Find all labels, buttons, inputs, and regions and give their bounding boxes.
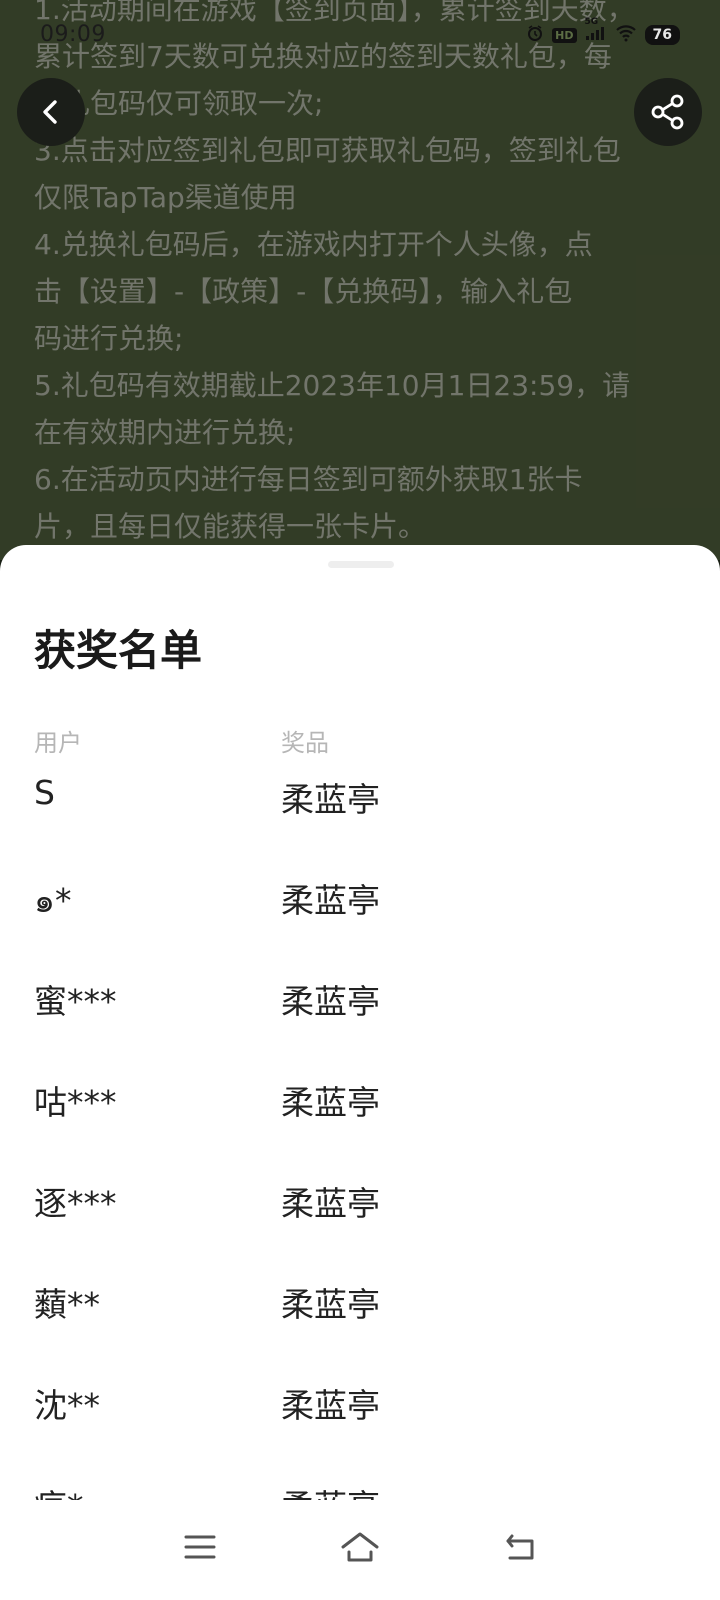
battery-indicator: 76 <box>644 25 680 45</box>
user-name: 逐*** <box>34 1184 117 1223</box>
nav-menu-button[interactable] <box>165 1512 235 1582</box>
system-nav-bar <box>0 1500 720 1600</box>
prize-name: 柔蓝亭 <box>281 1285 380 1324</box>
prize-name: 柔蓝亭 <box>281 1083 380 1122</box>
user-name: 蘱** <box>34 1285 100 1324</box>
table-row: ๑* 柔蓝亭 <box>0 840 720 941</box>
wifi-icon <box>615 24 637 46</box>
table-row: 蜜*** 柔蓝亭 <box>0 941 720 1042</box>
user-name: 蜜*** <box>34 982 117 1021</box>
table-row: 蘱** 柔蓝亭 <box>0 1244 720 1345</box>
status-bar: 09:09 HD 5G 76 <box>0 16 720 56</box>
sheet-title: 获奖名单 <box>34 626 203 675</box>
share-icon <box>651 94 684 130</box>
user-name: 沈** <box>34 1386 100 1425</box>
table-row: S 柔蓝亭 <box>0 777 720 840</box>
share-button[interactable] <box>634 78 702 146</box>
column-header-prize: 奖品 <box>281 729 329 757</box>
table-row: 沈** 柔蓝亭 <box>0 1345 720 1446</box>
hd-icon: HD <box>552 27 577 43</box>
status-icons: HD 5G 76 <box>526 17 680 46</box>
user-name: ๑* <box>34 881 72 920</box>
prize-name: 柔蓝亭 <box>281 780 380 819</box>
chevron-left-icon <box>43 100 57 124</box>
user-name: S <box>34 777 55 812</box>
nav-back-button[interactable] <box>485 1512 555 1582</box>
back-arrow-icon <box>506 1534 534 1560</box>
menu-icon <box>184 1535 216 1559</box>
prize-name: 柔蓝亭 <box>281 1386 380 1425</box>
prize-name: 柔蓝亭 <box>281 982 380 1021</box>
alarm-icon <box>526 24 544 46</box>
status-time: 09:09 <box>40 22 106 47</box>
home-icon <box>341 1532 379 1562</box>
nav-home-button[interactable] <box>325 1512 395 1582</box>
table-row: 逐*** 柔蓝亭 <box>0 1143 720 1244</box>
back-button[interactable] <box>17 78 85 146</box>
sheet-drag-handle[interactable] <box>328 561 394 568</box>
network-type: 5G <box>584 17 599 27</box>
winners-sheet: 获奖名单 用户 奖品 S 柔蓝亭 ๑* 柔蓝亭 蜜*** 柔蓝亭 咕*** 柔蓝… <box>0 545 720 1600</box>
signal-icon: 5G <box>585 17 607 45</box>
prize-name: 柔蓝亭 <box>281 1184 380 1223</box>
user-name: 咕*** <box>34 1083 117 1122</box>
prize-name: 柔蓝亭 <box>281 881 380 920</box>
winners-list[interactable]: S 柔蓝亭 ๑* 柔蓝亭 蜜*** 柔蓝亭 咕*** 柔蓝亭 逐*** 柔蓝亭 … <box>0 777 720 1547</box>
column-header-user: 用户 <box>34 729 82 757</box>
table-row: 咕*** 柔蓝亭 <box>0 1042 720 1143</box>
